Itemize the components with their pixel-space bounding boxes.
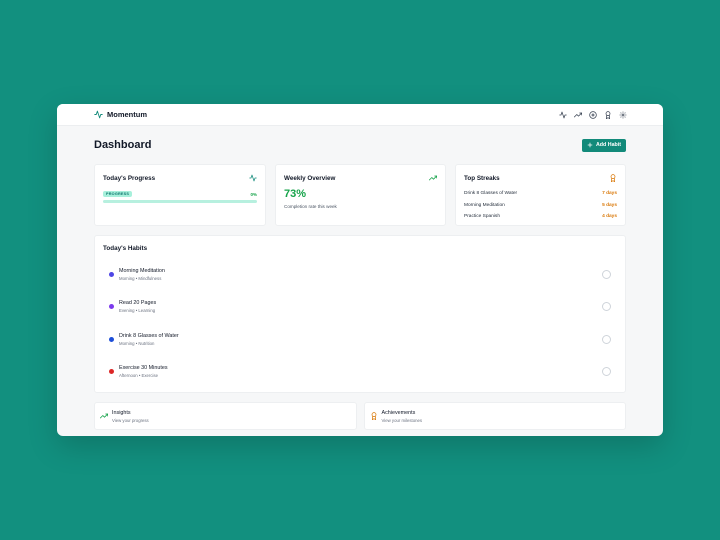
- award-icon: [370, 412, 378, 420]
- habit-name: Drink 8 Glasses of Water: [119, 332, 179, 339]
- streak-row: Drink 8 Glasses of Water 7 days: [464, 188, 617, 200]
- add-habit-button[interactable]: Add Habit: [581, 138, 626, 152]
- award-icon: [609, 174, 617, 182]
- habit-name: Exercise 30 Minutes: [119, 365, 168, 372]
- summary-cards: Today's Progress PROGRESS 0% Weekly Over…: [94, 164, 626, 226]
- habit-complete-checkbox[interactable]: [602, 302, 611, 312]
- streak-name: Drink 8 Glasses of Water: [464, 191, 518, 197]
- streak-name: Morning Meditation: [464, 202, 505, 208]
- habit-name: Morning Meditation: [119, 267, 165, 274]
- streak-name: Practice Spanish: [464, 214, 500, 220]
- habit-color-dot: [109, 369, 114, 375]
- nav-icons: [559, 110, 627, 119]
- activity-icon: [249, 174, 257, 182]
- plus-icon: [587, 142, 593, 148]
- streak-days: 5 days: [602, 202, 617, 208]
- activity-icon[interactable]: [559, 111, 567, 119]
- app-window: Momentum Dashboard Add Habit Today's Pro…: [57, 104, 663, 436]
- habit-name: Read 20 Pages: [119, 300, 157, 307]
- habit-color-dot: [109, 336, 114, 342]
- app-name: Momentum: [107, 110, 147, 119]
- habit-color-dot: [109, 271, 114, 277]
- habit-row[interactable]: Read 20 Pages Evening • Learning: [103, 291, 617, 324]
- top-streaks-card: Top Streaks Drink 8 Glasses of Water 7 d…: [455, 164, 626, 226]
- weekly-card-title: Weekly Overview: [284, 174, 336, 182]
- streak-days: 7 days: [602, 191, 617, 197]
- page-header: Dashboard Add Habit: [94, 126, 626, 164]
- habit-row[interactable]: Morning Meditation Morning • Mindfulness: [103, 258, 617, 291]
- weekly-value: 73%: [284, 188, 307, 200]
- settings-icon[interactable]: [619, 111, 627, 119]
- weekly-overview-card: Weekly Overview 73% Completion rate this…: [275, 164, 446, 226]
- habit-color-dot: [109, 304, 114, 310]
- habit-meta: Morning • Nutrition: [119, 340, 155, 346]
- habit-row[interactable]: Drink 8 Glasses of Water Morning • Nutri…: [103, 323, 617, 356]
- achievements-title: Achievements: [381, 409, 416, 416]
- habit-complete-checkbox[interactable]: [602, 367, 611, 377]
- bottom-cards: Insights View your progress Achievements…: [94, 402, 626, 430]
- activity-icon: [94, 110, 103, 119]
- habit-meta: Morning • Mindfulness: [119, 275, 162, 281]
- brand[interactable]: Momentum: [94, 110, 147, 119]
- streak-row: Morning Meditation 5 days: [464, 200, 617, 212]
- progress-card-title: Today's Progress: [103, 174, 156, 182]
- trending-up-icon: [429, 174, 437, 182]
- target-icon[interactable]: [589, 110, 597, 119]
- progress-percent: 0%: [250, 191, 257, 197]
- habit-meta: Afternoon • Exercise: [119, 373, 159, 379]
- streak-days: 4 days: [602, 214, 617, 220]
- progress-card: Today's Progress PROGRESS 0%: [94, 164, 266, 226]
- insights-subtitle: View your progress: [112, 417, 149, 423]
- weekly-caption: Completion rate this week: [284, 204, 337, 209]
- habit-complete-checkbox[interactable]: [602, 269, 611, 279]
- main-content: Dashboard Add Habit Today's Progress PRO…: [57, 126, 663, 430]
- top-bar: Momentum: [57, 104, 663, 126]
- habit-row[interactable]: Exercise 30 Minutes Afternoon • Exercise: [103, 356, 617, 389]
- achievements-subtitle: View your milestones: [381, 417, 423, 423]
- add-habit-label: Add Habit: [595, 142, 621, 148]
- achievements-card[interactable]: Achievements View your milestones: [363, 402, 626, 430]
- habits-list: Morning Meditation Morning • Mindfulness…: [103, 258, 617, 388]
- streak-list: Drink 8 Glasses of Water 7 days Morning …: [464, 188, 617, 223]
- progress-bar: [103, 200, 257, 203]
- progress-badge: PROGRESS: [103, 191, 133, 197]
- insights-title: Insights: [112, 409, 131, 416]
- habits-title: Today's Habits: [103, 245, 148, 252]
- streaks-card-title: Top Streaks: [464, 174, 500, 182]
- page-title: Dashboard: [94, 139, 152, 151]
- habit-complete-checkbox[interactable]: [602, 334, 611, 344]
- award-icon[interactable]: [604, 110, 612, 119]
- streak-row: Practice Spanish 4 days: [464, 211, 617, 223]
- insights-card[interactable]: Insights View your progress: [94, 402, 357, 430]
- todays-habits-card: Today's Habits Morning Meditation Mornin…: [94, 235, 626, 393]
- trending-up-icon[interactable]: [574, 111, 582, 119]
- trending-up-icon: [100, 412, 108, 420]
- habit-meta: Evening • Learning: [119, 308, 156, 314]
